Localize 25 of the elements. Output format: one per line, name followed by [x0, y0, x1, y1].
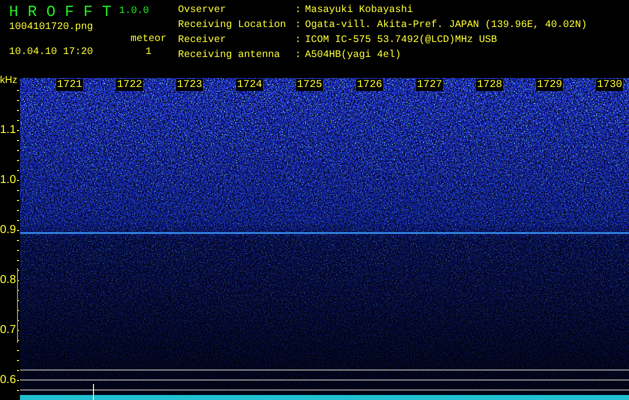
- axis-unit: kHz: [0, 75, 18, 87]
- axis-label: 0.9: [0, 224, 16, 237]
- info-separator: :: [295, 49, 302, 62]
- info-label: Receiving antenna: [178, 49, 282, 62]
- axis-label: 0.6: [0, 374, 16, 387]
- info-value: Ogata-vill. Akita-Pref. JAPAN (139.96E, 40.02N): [305, 19, 588, 32]
- version-label: 1.0.0: [119, 5, 150, 19]
- app-title: H R O F F T: [9, 3, 112, 21]
- info-value: Masayuki Kobayashi: [305, 4, 414, 17]
- info-value: ICOM IC-575 53.7492(@LCD)MHz USB: [305, 34, 498, 47]
- info-separator: :: [295, 34, 302, 47]
- axis-label: 0.7: [0, 324, 16, 337]
- meteor-count: 1: [145, 46, 152, 59]
- info-separator: :: [295, 4, 302, 17]
- info-value: A504HB(yagi 4el): [305, 49, 402, 62]
- info-label: Receiving Location: [178, 19, 288, 32]
- info-label: Receiver: [178, 34, 228, 47]
- info-separator: :: [295, 19, 302, 32]
- file-name: 1004101720.png: [9, 21, 94, 34]
- axis-label: 0.8: [0, 274, 16, 287]
- date-time: 10.04.10 17:20: [9, 46, 94, 59]
- axis-label: 1.0: [0, 174, 16, 187]
- info-label: Ovserver: [178, 4, 228, 17]
- meteor-label: meteor: [130, 33, 166, 46]
- axis-label: 1.1: [0, 124, 16, 137]
